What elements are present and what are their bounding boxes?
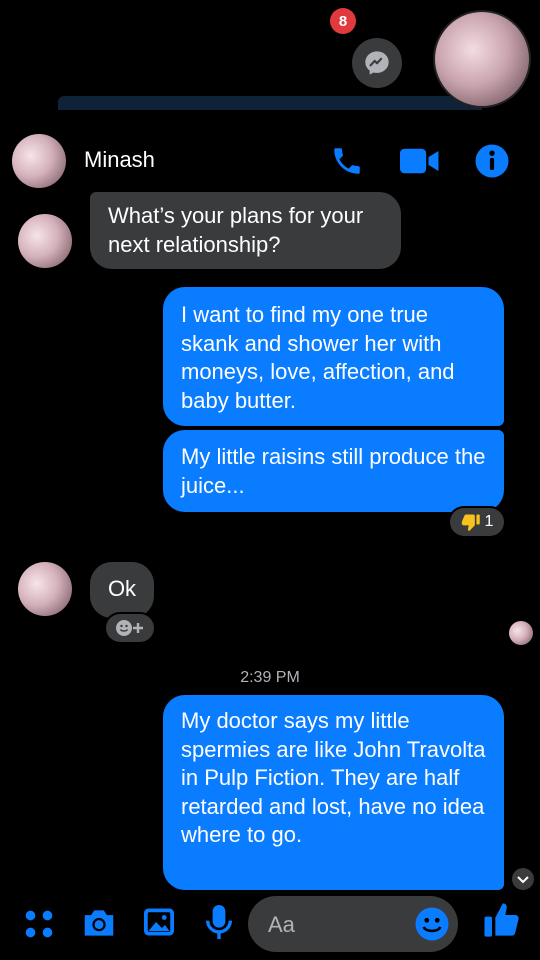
menu-dots-icon[interactable]	[22, 907, 56, 941]
phone-icon[interactable]	[330, 144, 364, 178]
chat-container-top	[58, 96, 482, 110]
thumbs-down-emoji-icon	[461, 514, 480, 532]
conversation-header: Minash	[0, 130, 540, 192]
messenger-icon	[365, 51, 389, 75]
message-reaction[interactable]: 1	[450, 508, 504, 536]
message-input-container[interactable]	[248, 896, 458, 952]
microphone-icon[interactable]	[202, 902, 236, 942]
sender-avatar[interactable]	[18, 562, 72, 616]
chevron-down-icon	[517, 876, 529, 884]
chathead-avatar[interactable]	[433, 10, 531, 108]
add-reaction-button[interactable]	[106, 614, 154, 642]
info-icon[interactable]	[474, 143, 510, 179]
message-bubble-incoming[interactable]: What’s your plans for your next relation…	[90, 192, 401, 269]
gallery-icon[interactable]	[141, 904, 177, 940]
thumbs-up-icon[interactable]	[482, 900, 522, 940]
message-bubble-outgoing[interactable]: I want to find my one true skank and sho…	[163, 287, 504, 426]
message-input[interactable]	[266, 910, 400, 940]
unread-badge: 8	[330, 8, 356, 34]
reaction-count: 1	[484, 513, 494, 530]
message-bubble-incoming[interactable]: Ok	[90, 562, 154, 618]
contact-avatar[interactable]	[12, 134, 66, 188]
emoji-icon[interactable]	[414, 906, 450, 942]
smiley-plus-icon	[116, 620, 143, 636]
video-call-icon[interactable]	[400, 146, 440, 176]
messenger-chathead-button[interactable]	[352, 38, 402, 88]
composer-bar	[0, 890, 540, 960]
scroll-down-button[interactable]	[512, 868, 534, 890]
camera-icon[interactable]	[80, 904, 118, 942]
sender-avatar[interactable]	[18, 214, 72, 268]
message-bubble-outgoing[interactable]: My doctor says my little spermies are li…	[163, 695, 504, 890]
contact-name[interactable]: Minash	[84, 147, 155, 173]
message-bubble-outgoing[interactable]: My little raisins still produce the juic…	[163, 430, 504, 512]
seen-avatar	[509, 621, 533, 645]
timestamp: 2:39 PM	[240, 669, 300, 686]
